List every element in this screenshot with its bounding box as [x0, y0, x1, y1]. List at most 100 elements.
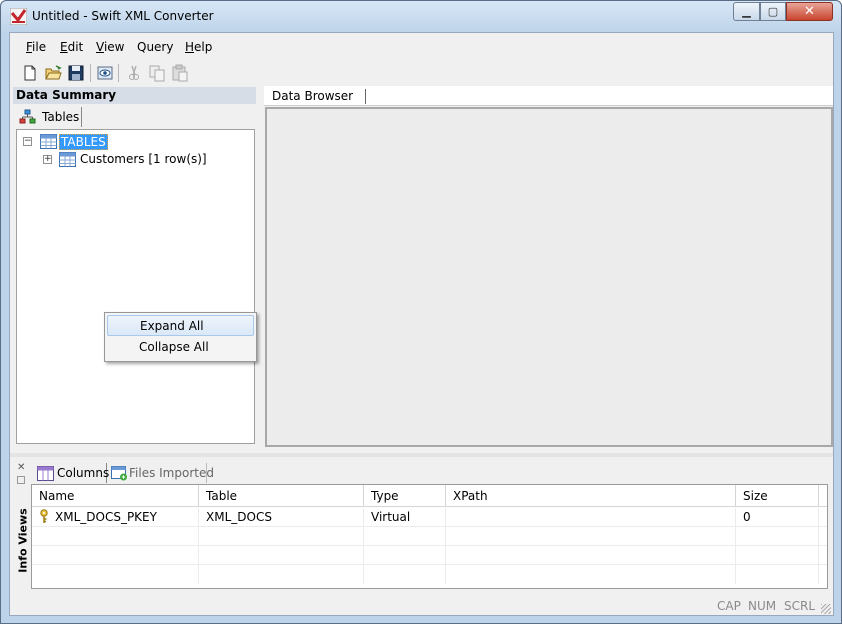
tree-node-tables[interactable]: − TABLES	[21, 133, 161, 150]
tree-child-label: Customers [1 row(s)]	[80, 152, 207, 166]
maximize-icon: ▢	[767, 5, 779, 18]
menu-help-accel: H	[185, 40, 195, 54]
menu-file[interactable]: File	[26, 40, 46, 54]
cell-table: XML_DOCS	[199, 508, 364, 527]
info-views-label: Info Views	[16, 508, 30, 573]
minimize-button[interactable]: ▁	[733, 2, 760, 21]
empty-cell	[364, 565, 446, 584]
maximize-button[interactable]: ▢	[760, 2, 786, 21]
preview-icon[interactable]	[95, 63, 115, 83]
client-area: File Edit View Query Help Data Summary T…	[9, 32, 834, 616]
cell-name: XML_DOCS_PKEY	[32, 508, 199, 527]
toolbar-separator	[118, 64, 119, 82]
tab-columns-label: Columns	[57, 466, 110, 480]
app-window: Untitled - Swift XML Converter ▁ ▢ ✕ Fil…	[0, 0, 842, 624]
menu-view[interactable]: View	[96, 40, 124, 54]
title-bar[interactable]: Untitled - Swift XML Converter ▁ ▢ ✕	[1, 1, 841, 32]
empty-cell	[446, 546, 736, 565]
toolbar	[14, 61, 214, 85]
tree-node-customers[interactable]: + Customers [1 row(s)]	[37, 151, 217, 168]
empty-cell	[32, 546, 199, 565]
menu-bar: File Edit View Query Help	[10, 37, 833, 59]
menu-file-label: ile	[32, 40, 47, 54]
cell-size: 0	[736, 508, 819, 527]
close-button[interactable]: ✕	[786, 2, 833, 21]
close-icon: ✕	[804, 4, 815, 19]
status-cap: CAP	[717, 599, 741, 613]
empty-cell	[199, 546, 364, 565]
window-title: Untitled - Swift XML Converter	[32, 9, 214, 23]
paste-icon[interactable]	[170, 63, 190, 83]
files-imported-icon	[111, 466, 127, 481]
info-views-sidebar: ✕ Info Views	[13, 460, 30, 588]
empty-cell	[446, 565, 736, 584]
menu-query[interactable]: Query	[137, 40, 173, 54]
table-row[interactable]: XML_DOCS_PKEY XML_DOCS Virtual 0	[32, 508, 827, 527]
cell-name-text: XML_DOCS_PKEY	[55, 510, 157, 524]
tab-tables-label: Tables	[42, 110, 80, 124]
tables-tree[interactable]: − TABLES + Customers [1 row(s)] Expand A…	[16, 129, 257, 444]
cell-type: Virtual	[364, 508, 446, 527]
column-header-table[interactable]: Table	[199, 485, 364, 507]
column-header-size[interactable]: Size	[736, 485, 819, 507]
empty-cell	[446, 527, 736, 546]
table-row-empty	[32, 527, 827, 546]
data-summary-header: Data Summary	[13, 87, 256, 104]
cell-xpath	[446, 508, 736, 527]
empty-cell	[736, 546, 819, 565]
columns-grid[interactable]: Name Table Type XPath Size XML_DOCS_PKEY…	[31, 484, 828, 589]
tree-root-label: TABLES	[59, 134, 108, 150]
empty-cell	[736, 527, 819, 546]
status-num: NUM	[748, 599, 777, 613]
copy-icon[interactable]	[147, 63, 167, 83]
expand-icon[interactable]: +	[43, 155, 52, 164]
close-panel-icon[interactable]: ✕	[17, 462, 25, 473]
right-tab-strip: Data Browser	[264, 86, 833, 106]
tab-files-imported-label: Files Imported	[129, 466, 214, 480]
empty-cell	[364, 546, 446, 565]
empty-cell	[736, 565, 819, 584]
menu-edit[interactable]: Edit	[60, 40, 83, 54]
menu-help[interactable]: Help	[185, 40, 212, 54]
column-header-xpath[interactable]: XPath	[446, 485, 736, 507]
tab-files-imported[interactable]: Files Imported	[109, 463, 214, 483]
context-expand-all[interactable]: Expand All	[107, 315, 254, 336]
key-icon	[40, 509, 48, 523]
new-file-icon[interactable]	[20, 63, 40, 83]
pane-splitter[interactable]	[10, 453, 833, 457]
tab-data-browser[interactable]: Data Browser	[272, 89, 367, 104]
empty-cell	[364, 527, 446, 546]
collapse-icon[interactable]: −	[23, 137, 32, 146]
menu-view-label: iew	[103, 40, 125, 54]
open-folder-icon[interactable]	[43, 63, 63, 83]
column-header-name[interactable]: Name	[32, 485, 199, 507]
save-icon[interactable]	[66, 63, 86, 83]
context-collapse-all[interactable]: Collapse All	[107, 337, 254, 358]
cut-icon[interactable]	[124, 63, 144, 83]
tab-columns[interactable]: Columns	[35, 463, 110, 483]
status-bar: CAP NUM SCRL	[10, 595, 833, 616]
data-browser-area[interactable]	[265, 107, 833, 447]
menu-query-label: Query	[137, 40, 174, 54]
resize-grip-icon[interactable]	[821, 604, 831, 614]
menu-edit-label: dit	[67, 40, 84, 54]
table-row-empty	[32, 565, 827, 584]
table-icon	[59, 152, 76, 167]
column-header-type[interactable]: Type	[364, 485, 446, 507]
columns-icon	[37, 466, 54, 481]
pin-icon[interactable]	[17, 476, 25, 484]
empty-cell	[199, 527, 364, 546]
menu-view-accel: V	[96, 40, 104, 54]
grid-header: Name Table Type XPath Size	[32, 485, 827, 507]
app-logo-icon	[10, 8, 27, 25]
table-icon	[40, 134, 57, 149]
empty-cell	[32, 527, 199, 546]
menu-edit-accel: E	[60, 40, 68, 54]
info-tabs: Columns Files Imported	[32, 463, 332, 483]
table-row-empty	[32, 546, 827, 565]
toolbar-separator	[90, 64, 91, 82]
tab-tables[interactable]: Tables	[16, 107, 82, 127]
empty-cell	[199, 565, 364, 584]
tables-tab-icon	[19, 109, 36, 124]
context-menu: Expand All Collapse All	[104, 312, 257, 362]
